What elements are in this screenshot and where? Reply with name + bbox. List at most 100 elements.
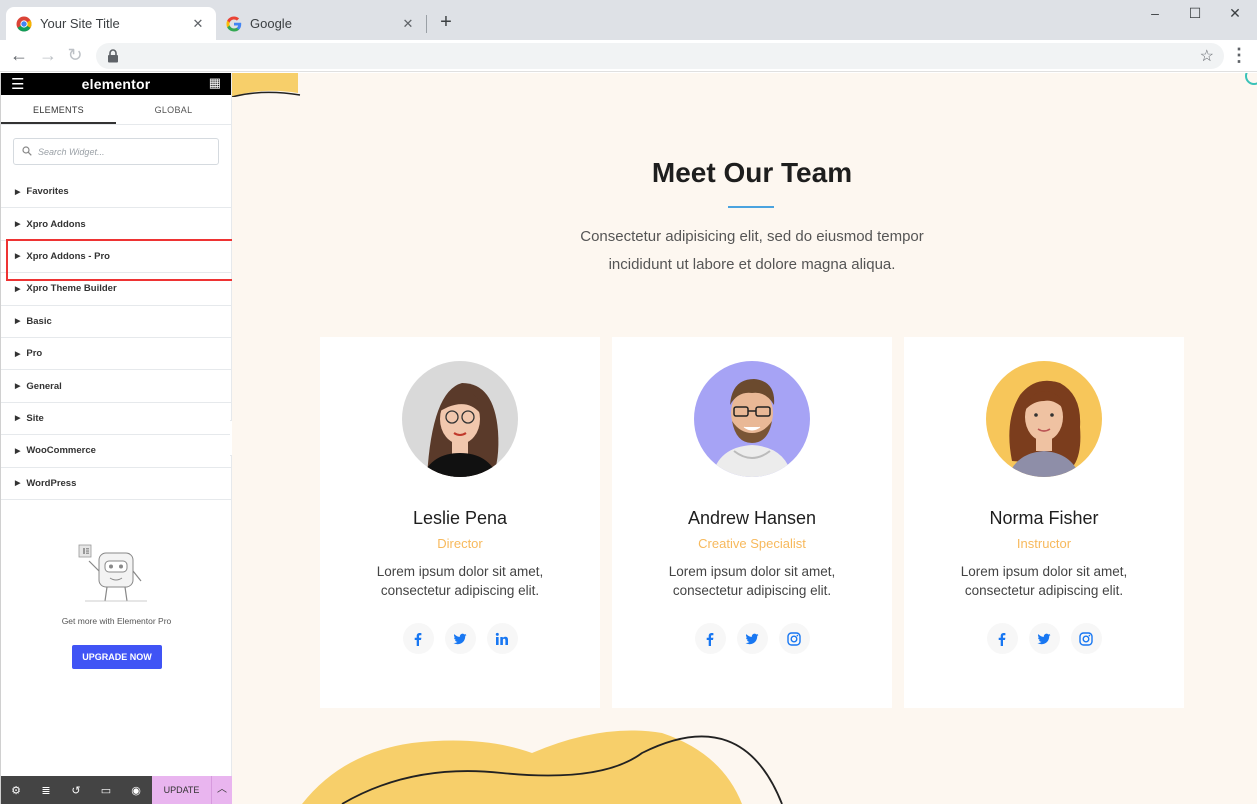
pro-promo-illustration — [78, 544, 147, 602]
category-label: General — [26, 380, 62, 392]
category-label: Xpro Addons - Pro — [26, 250, 110, 262]
member-name: Norma Fisher — [989, 508, 1099, 528]
instagram-icon[interactable] — [1070, 623, 1102, 654]
member-bio: Lorem ipsum dolor sit amet, consectetur … — [652, 562, 852, 600]
category-xpro-theme-builder[interactable]: ▶ Xpro Theme Builder — [1, 273, 232, 306]
browser-toolbar: ← → ↻ ☆ — [0, 40, 1257, 72]
member-role: Instructor — [1016, 536, 1072, 551]
caret-right-icon: ▶ — [15, 285, 21, 293]
section-intro: Consectetur adipisicing elit, sed do eiu… — [232, 223, 1257, 279]
widgets-grid-icon[interactable]: ▦ — [209, 75, 221, 91]
search-icon — [22, 146, 32, 156]
responsive-icon[interactable]: ▭ — [91, 784, 121, 797]
search-widget-input[interactable]: Search Widget... — [13, 138, 219, 165]
bookmark-star-icon[interactable]: ☆ — [1200, 46, 1214, 66]
category-label: Basic — [26, 315, 52, 327]
category-label: Xpro Addons — [26, 218, 86, 230]
facebook-icon[interactable] — [402, 623, 434, 654]
category-pro[interactable]: ▶ Pro — [1, 338, 232, 371]
caret-right-icon: ▶ — [15, 415, 21, 423]
decorative-circle — [1245, 73, 1257, 85]
member-bio: Lorem ipsum dolor sit amet, consectetur … — [360, 562, 560, 600]
minimize-button[interactable]: – — [1145, 5, 1165, 21]
category-xpro-addons[interactable]: ▶ Xpro Addons — [1, 208, 232, 241]
category-label: Favorites — [26, 186, 69, 198]
category-wordpress[interactable]: ▶ WordPress — [1, 468, 232, 500]
back-button[interactable]: ← — [8, 44, 30, 66]
category-label: WordPress — [26, 477, 77, 489]
bio-line-1: Lorem ipsum dolor sit amet, — [668, 564, 836, 579]
history-icon[interactable]: ↺ — [61, 784, 91, 797]
google-icon — [226, 16, 242, 31]
portrait-man-glasses — [694, 361, 810, 477]
category-basic[interactable]: ▶ Basic — [1, 306, 232, 338]
facebook-icon[interactable] — [986, 623, 1018, 654]
tab-your-site-title[interactable]: Your Site Title ✕ — [6, 7, 216, 40]
close-tab-icon[interactable]: ✕ — [190, 16, 206, 32]
caret-right-icon: ▶ — [15, 221, 21, 229]
tab-title: Your Site Title — [40, 16, 120, 31]
member-name: Leslie Pena — [412, 508, 508, 528]
category-label: Xpro Theme Builder — [26, 283, 117, 295]
team-card-norma-fisher: Norma Fisher Instructor Lorem ipsum dolo… — [904, 337, 1184, 708]
twitter-icon[interactable] — [736, 623, 768, 654]
page-canvas: Meet Our Team Consectetur adipisicing el… — [232, 73, 1257, 804]
panel-tabs: ELEMENTS GLOBAL — [1, 95, 231, 125]
category-label: Site — [26, 412, 44, 424]
elementor-logo: elementor — [81, 76, 151, 92]
team-card-leslie-pena: Leslie Pena Director Lorem ipsum dolor s… — [320, 337, 600, 708]
intro-line-1: Consectetur adipisicing elit, sed do eiu… — [580, 228, 924, 245]
search-placeholder: Search Widget... — [38, 147, 105, 157]
caret-right-icon: ▶ — [15, 253, 21, 261]
settings-icon[interactable]: ⚙ — [1, 784, 31, 797]
lock-icon — [108, 49, 118, 63]
facebook-icon[interactable] — [694, 623, 726, 654]
tab-google[interactable]: Google ✕ — [216, 7, 426, 40]
avatar — [694, 361, 810, 477]
upgrade-now-button[interactable]: UPGRADE NOW — [72, 645, 162, 669]
twitter-icon[interactable] — [444, 623, 476, 654]
category-xpro-addons-pro[interactable]: ▶ Xpro Addons - Pro — [1, 238, 238, 282]
bio-line-2: consectetur adipiscing elit. — [672, 583, 832, 598]
bio-line-2: consectetur adipiscing elit. — [964, 583, 1124, 598]
linkedin-icon[interactable] — [486, 623, 518, 654]
chevron-up-icon[interactable]: ︿ — [211, 776, 232, 804]
category-favorites[interactable]: ▶ Favorites — [1, 176, 232, 209]
close-tab-icon[interactable]: ✕ — [400, 16, 416, 32]
category-site[interactable]: ▶ Site — [1, 403, 232, 436]
tab-global[interactable]: GLOBAL — [116, 95, 231, 124]
elementor-panel: ☰ elementor ▦ ELEMENTS GLOBAL Search Wid… — [0, 73, 238, 804]
forward-button[interactable]: → — [37, 44, 59, 66]
tab-title: Google — [250, 16, 292, 31]
preview-icon[interactable]: ◉ — [121, 784, 151, 797]
instagram-icon[interactable] — [778, 623, 810, 654]
browser-menu-icon[interactable]: ⋮ — [1230, 44, 1248, 66]
twitter-icon[interactable] — [1028, 623, 1060, 654]
category-label: Pro — [26, 348, 43, 360]
navigator-icon[interactable]: ≣ — [31, 784, 61, 797]
window-close-button[interactable]: ✕ — [1225, 5, 1245, 22]
caret-right-icon: ▶ — [15, 447, 21, 455]
address-bar[interactable]: ☆ — [96, 43, 1224, 69]
category-woocommerce[interactable]: ▶ WooCommerce — [1, 435, 232, 468]
member-role: Creative Specialist — [698, 536, 806, 551]
maximize-button[interactable]: ☐ — [1185, 5, 1205, 22]
new-tab-button[interactable]: + — [436, 11, 456, 33]
chrome-icon — [16, 16, 32, 32]
panel-footer: ⚙ ≣ ↺ ▭ ◉ UPDATE ︿ — [1, 776, 232, 804]
social-links — [612, 623, 892, 654]
tab-elements[interactable]: ELEMENTS — [1, 95, 116, 124]
tab-separator — [426, 15, 427, 33]
reload-button[interactable]: ↻ — [64, 44, 86, 66]
member-role: Director — [437, 536, 483, 551]
avatar — [986, 361, 1102, 477]
social-links — [904, 623, 1184, 654]
decorative-blob-top — [232, 73, 301, 97]
member-bio: Lorem ipsum dolor sit amet, consectetur … — [944, 562, 1144, 600]
member-name: Andrew Hansen — [687, 508, 817, 528]
update-button[interactable]: UPDATE — [152, 776, 211, 804]
category-general[interactable]: ▶ General — [1, 370, 232, 403]
category-label: WooCommerce — [26, 445, 96, 457]
bio-line-2: consectetur adipiscing elit. — [380, 583, 540, 598]
bio-line-1: Lorem ipsum dolor sit amet, — [376, 564, 544, 579]
